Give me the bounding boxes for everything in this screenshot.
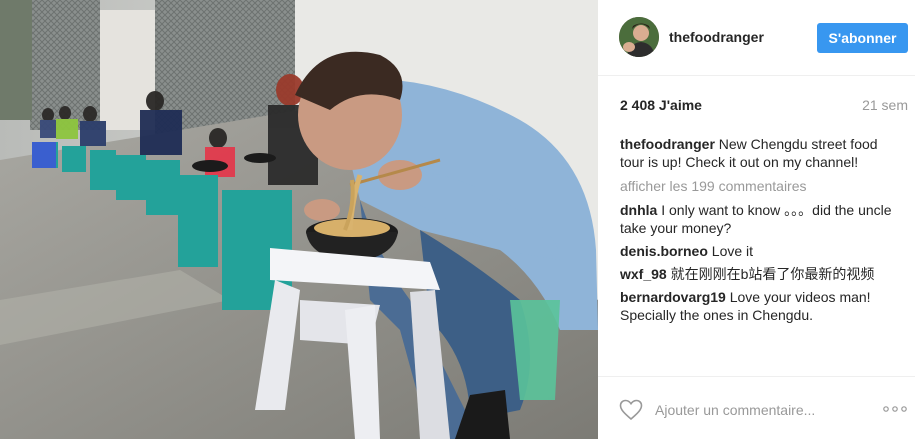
- comment-text: I only want to know 。。。did the uncle tak…: [620, 202, 892, 236]
- post-photo[interactable]: [0, 0, 598, 439]
- comment-text: Love it: [711, 243, 754, 259]
- comment-username[interactable]: dnhla: [620, 202, 657, 218]
- add-comment-input[interactable]: Ajouter un commentaire...: [655, 402, 815, 418]
- comment-username[interactable]: denis.borneo: [620, 243, 708, 259]
- comment-list: thefoodranger New Chengdu street food to…: [620, 135, 895, 329]
- post-header: thefoodranger S'abonner: [598, 0, 915, 76]
- header-username[interactable]: thefoodranger: [669, 29, 764, 45]
- post-side-panel: thefoodranger S'abonner 2 408 J'aime 21 …: [598, 0, 915, 439]
- view-all-comments-link[interactable]: afficher les 199 commentaires: [620, 177, 895, 195]
- more-options-icon[interactable]: [882, 399, 908, 419]
- comment-username[interactable]: bernardovarg19: [620, 289, 726, 305]
- list-item: wxf_98 就在刚刚在b站看了你最新的视频: [620, 265, 895, 283]
- follow-button[interactable]: S'abonner: [817, 23, 908, 53]
- comment-username[interactable]: wxf_98: [620, 266, 667, 282]
- list-item: bernardovarg19 Love your videos man! Spe…: [620, 288, 895, 324]
- caption-username[interactable]: thefoodranger: [620, 136, 715, 152]
- photo-street-food-scene: [0, 0, 598, 439]
- caption: thefoodranger New Chengdu street food to…: [620, 135, 895, 171]
- post-time-ago[interactable]: 21 sem: [862, 97, 908, 113]
- avatar[interactable]: [619, 17, 659, 57]
- list-item: denis.borneo Love it: [620, 242, 895, 260]
- post-footer: Ajouter un commentaire...: [598, 376, 915, 440]
- instagram-post: thefoodranger S'abonner 2 408 J'aime 21 …: [0, 0, 915, 439]
- comment-text: 就在刚刚在b站看了你最新的视频: [670, 266, 875, 282]
- list-item: dnhla I only want to know 。。。did the unc…: [620, 201, 895, 237]
- heart-icon[interactable]: [619, 399, 643, 421]
- like-count[interactable]: 2 408 J'aime: [620, 97, 702, 113]
- avatar-image: [619, 17, 659, 57]
